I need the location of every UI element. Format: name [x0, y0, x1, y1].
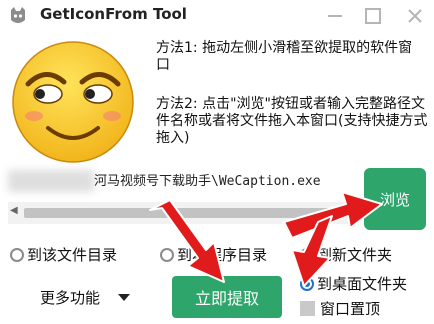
scroll-right-icon[interactable]: ▶ — [342, 205, 350, 216]
window-title: GetIconFrom Tool — [40, 5, 187, 23]
method2-instructions: 方法2: 点击"浏览"按钮或者输入完整路径文件名称或者将文件拖入本窗口(支持快捷… — [156, 96, 428, 146]
option-new-folder-label: 到新文件夹 — [317, 246, 393, 264]
option-program-dir[interactable]: 到本程序目录 — [160, 244, 267, 265]
smiley-drag-icon[interactable] — [8, 36, 138, 166]
option-desktop-folder[interactable]: 到桌面文件夹 — [300, 273, 407, 294]
maximize-button[interactable] — [356, 2, 390, 30]
radio-icon — [300, 247, 314, 262]
method1-instructions: 方法1: 拖动左侧小滑稽至欲提取的软件窗口 — [156, 40, 413, 73]
scrollbar-thumb[interactable] — [24, 208, 334, 218]
radio-icon — [160, 247, 174, 262]
chevron-down-icon — [118, 294, 131, 301]
option-program-dir-label: 到本程序目录 — [177, 246, 268, 264]
path-redacted-area — [8, 170, 94, 192]
close-icon — [408, 9, 422, 23]
browse-button[interactable]: 浏览 — [364, 168, 426, 230]
option-target-dir-label: 到该文件目录 — [27, 246, 118, 264]
checkbox-icon[interactable] — [300, 301, 315, 316]
path-input-text[interactable]: 河马视频号下载助手\WeCaption.exe — [94, 170, 321, 189]
scroll-left-icon[interactable]: ◀ — [10, 205, 18, 216]
option-desktop-folder-label: 到桌面文件夹 — [317, 275, 408, 293]
maximize-icon — [365, 8, 381, 24]
topmost-checkbox-row[interactable]: 窗口置顶 — [300, 298, 380, 319]
radio-icon — [10, 247, 24, 262]
radio-checked-icon — [300, 276, 314, 291]
app-icon — [11, 7, 25, 23]
close-button[interactable] — [398, 2, 432, 30]
minimize-icon — [328, 15, 342, 17]
extract-now-button[interactable]: 立即提取 — [172, 276, 282, 318]
more-functions-label: 更多功能 — [40, 289, 101, 307]
minimize-button[interactable] — [318, 2, 352, 30]
topmost-label: 窗口置顶 — [320, 300, 381, 318]
option-new-folder[interactable]: 到新文件夹 — [300, 244, 392, 265]
more-functions-dropdown[interactable]: 更多功能 — [40, 287, 131, 308]
option-target-dir[interactable]: 到该文件目录 — [10, 244, 117, 265]
